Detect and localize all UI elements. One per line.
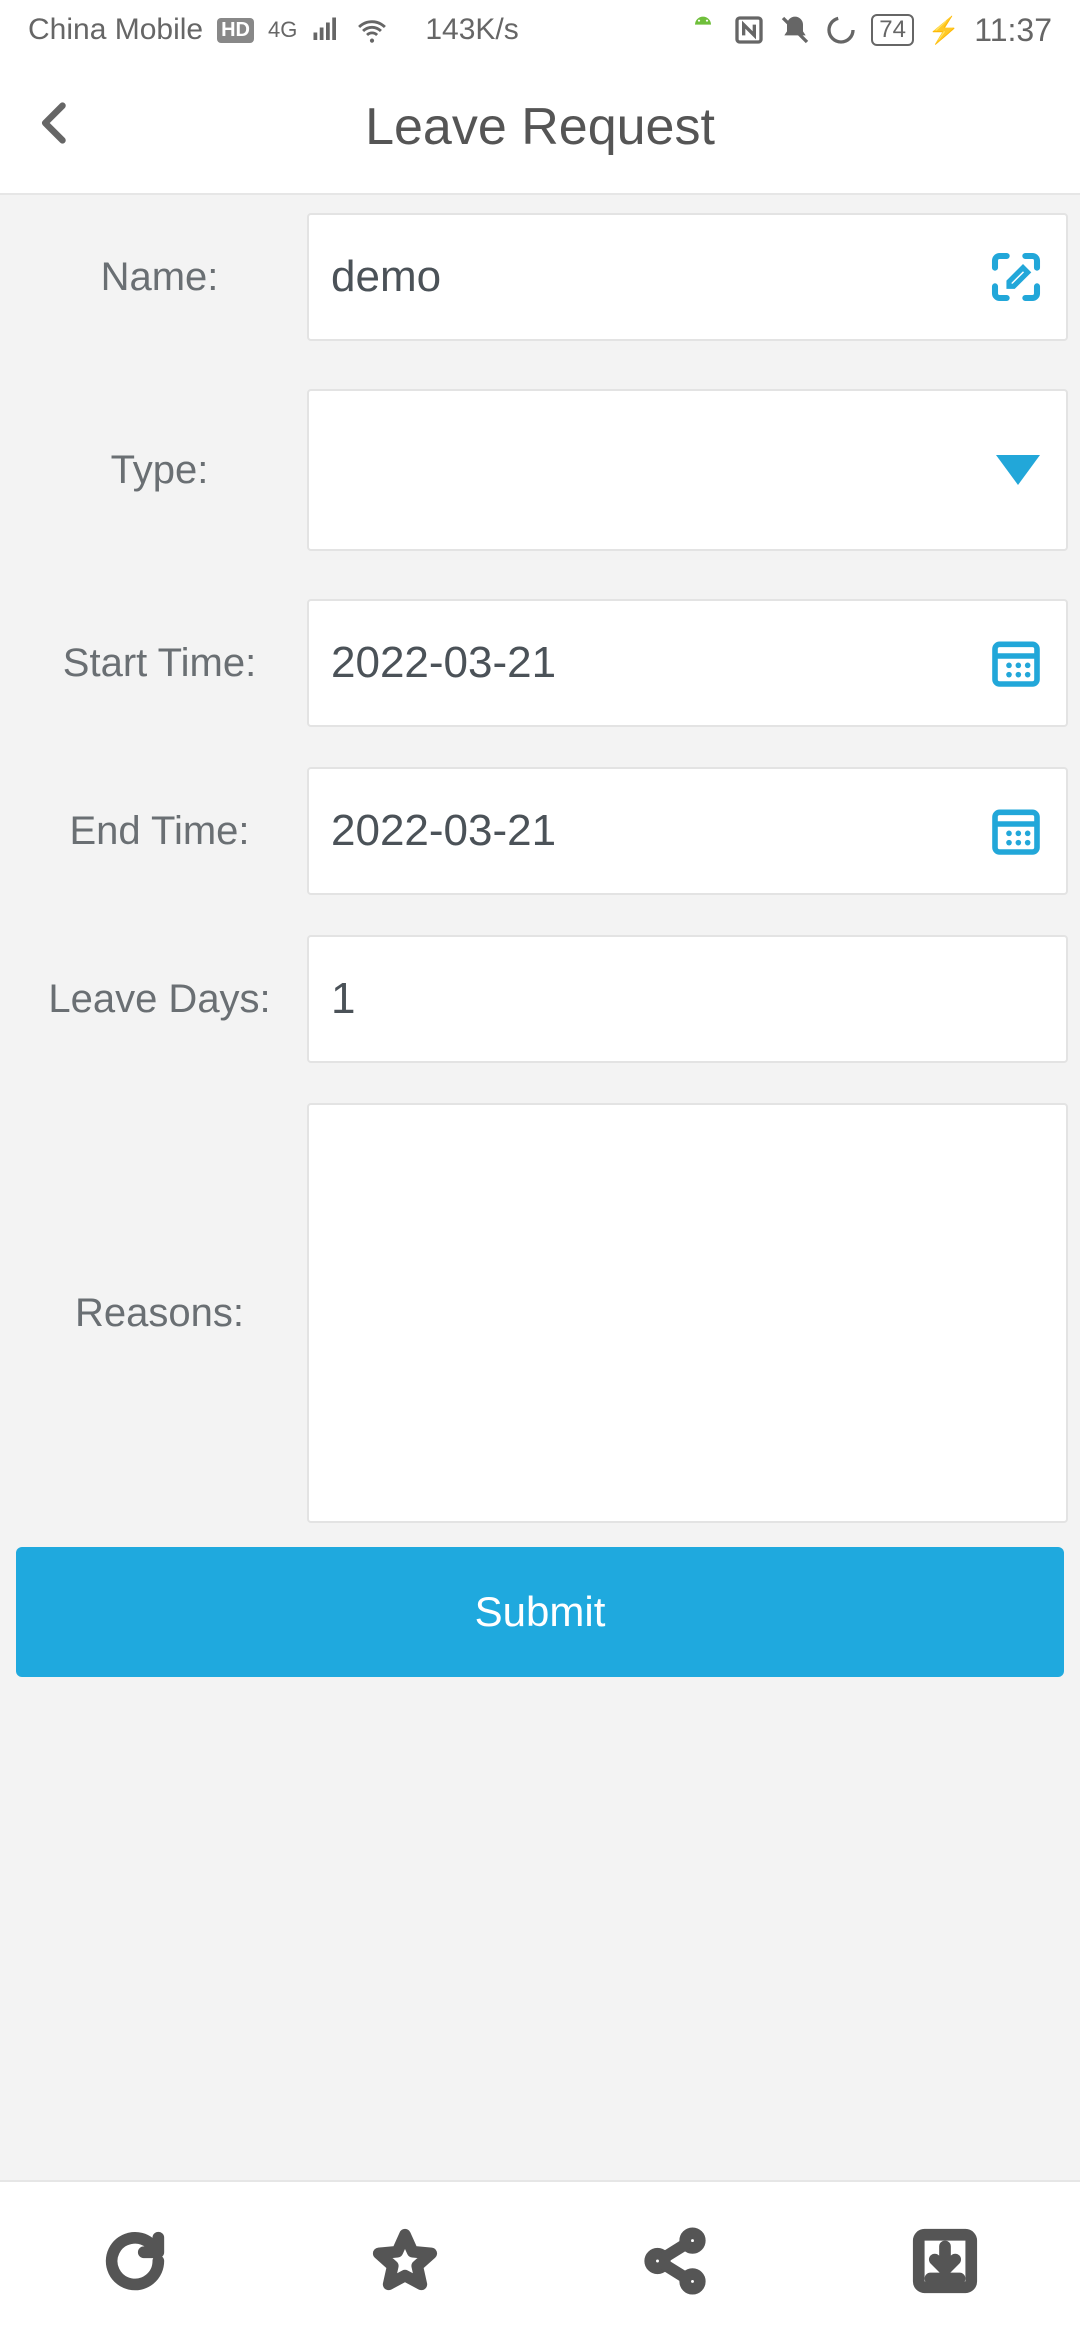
end-time-value: 2022-03-21 — [331, 806, 988, 856]
download-button[interactable] — [810, 2182, 1080, 2340]
name-field[interactable]: demo — [307, 213, 1068, 341]
battery-icon: 74 — [871, 14, 914, 46]
start-time-value: 2022-03-21 — [331, 638, 988, 688]
signal-4g-icon: 4G — [268, 17, 297, 43]
name-label: Name: — [12, 213, 307, 341]
calendar-icon — [988, 635, 1044, 691]
signal-icon — [311, 15, 341, 45]
title-bar: Leave Request — [0, 60, 1080, 195]
mute-icon — [779, 14, 811, 46]
charging-icon: ⚡ — [928, 15, 960, 46]
row-start-time: Start Time: 2022-03-21 — [12, 599, 1068, 727]
clock-label: 11:37 — [974, 12, 1052, 49]
leave-days-field[interactable]: 1 — [307, 935, 1068, 1063]
leave-request-form: Name: demo Type: Start Time: 2022-03-21 — [0, 195, 1080, 1677]
back-button[interactable] — [30, 97, 90, 157]
calendar-icon — [988, 803, 1044, 859]
status-bar: China Mobile HD 4G 143K/s 74 ⚡ 11:37 — [0, 0, 1080, 60]
name-value: demo — [331, 252, 988, 302]
nfc-icon — [733, 14, 765, 46]
type-label: Type: — [12, 389, 307, 551]
wifi-icon — [355, 13, 389, 47]
favorite-button[interactable] — [270, 2182, 540, 2340]
netspeed-label: 143K/s — [425, 13, 518, 47]
star-icon — [370, 2226, 440, 2296]
row-type: Type: — [12, 389, 1068, 551]
end-time-label: End Time: — [12, 767, 307, 895]
download-icon — [910, 2226, 980, 2296]
hd-icon: HD — [217, 18, 254, 43]
share-icon — [640, 2226, 710, 2296]
android-icon — [687, 14, 719, 46]
bottom-toolbar — [0, 2180, 1080, 2340]
start-time-label: Start Time: — [12, 599, 307, 727]
row-leave-days: Leave Days: 1 — [12, 935, 1068, 1063]
share-button[interactable] — [540, 2182, 810, 2340]
refresh-button[interactable] — [0, 2182, 270, 2340]
end-time-field[interactable]: 2022-03-21 — [307, 767, 1068, 895]
reasons-label: Reasons: — [12, 1103, 307, 1523]
type-field[interactable] — [307, 389, 1068, 551]
dropdown-icon — [996, 455, 1040, 485]
row-end-time: End Time: 2022-03-21 — [12, 767, 1068, 895]
row-reasons: Reasons: — [12, 1103, 1068, 1523]
row-name: Name: demo — [12, 213, 1068, 341]
data-saver-icon — [825, 14, 857, 46]
page-title: Leave Request — [90, 97, 1050, 157]
leave-days-label: Leave Days: — [12, 935, 307, 1063]
carrier-label: China Mobile — [28, 13, 203, 47]
start-time-field[interactable]: 2022-03-21 — [307, 599, 1068, 727]
submit-button[interactable]: Submit — [16, 1547, 1064, 1677]
scan-edit-icon[interactable] — [988, 249, 1044, 305]
reasons-field[interactable] — [307, 1103, 1068, 1523]
refresh-icon — [100, 2226, 170, 2296]
leave-days-value: 1 — [331, 974, 1044, 1024]
